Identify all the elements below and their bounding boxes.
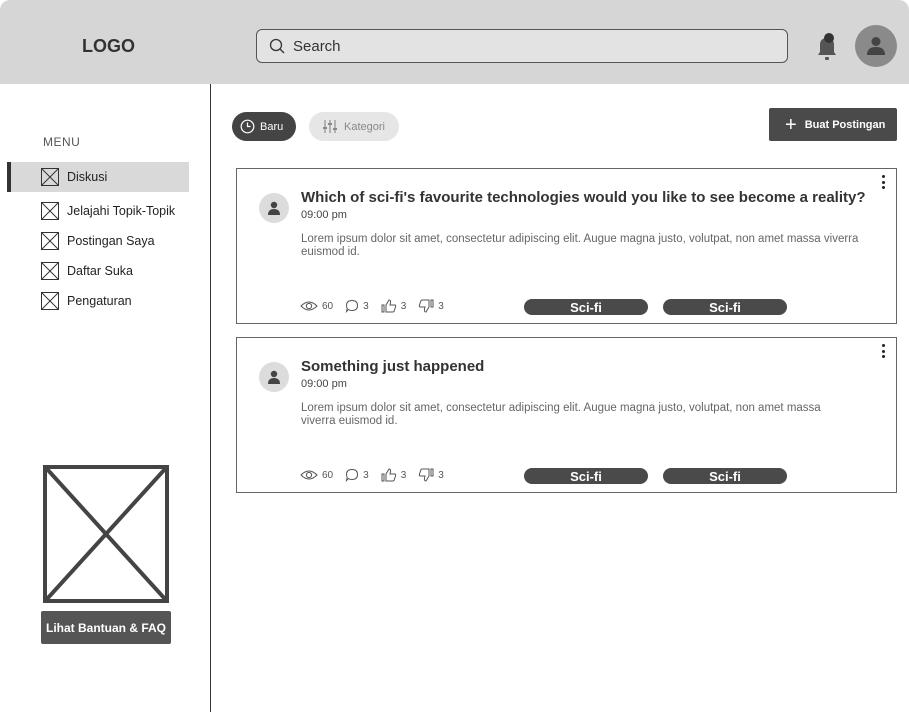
post-tag[interactable]: Sci-fi: [524, 299, 648, 315]
user-avatar-icon: [268, 370, 280, 384]
filter-category-label: Kategori: [344, 120, 385, 133]
post-time: 09:00 pm: [301, 378, 347, 390]
post-time: 09:00 pm: [301, 209, 347, 221]
post-body: Lorem ipsum dolor sit amet, consectetur …: [301, 402, 821, 427]
bell-icon: [818, 33, 836, 60]
post-author-avatar[interactable]: [259, 362, 289, 392]
sidebar-item-label: Diskusi: [67, 170, 108, 184]
comments-button[interactable]: 3: [345, 468, 369, 482]
sidebar-item-label: Daftar Suka: [67, 264, 134, 278]
sidebar-item-label: Jelajahi Topik-Topik: [67, 204, 176, 218]
comments-button[interactable]: 3: [345, 299, 369, 313]
views-stat: 60: [300, 300, 333, 312]
post-body: Lorem ipsum dolor sit amet, consectetur …: [301, 233, 859, 258]
post-card[interactable]: Something just happened 09:00 pm Lorem i…: [236, 337, 897, 493]
placeholder-box-icon: [41, 292, 59, 310]
top-header: LOGO: [0, 0, 909, 84]
comments-count: 3: [363, 469, 369, 481]
help-faq-button[interactable]: Lihat Bantuan & FAQ: [41, 611, 171, 644]
sidebar-item-pengaturan[interactable]: Pengaturan: [7, 286, 189, 316]
notification-button[interactable]: [815, 30, 839, 64]
dislikes-count: 3: [438, 469, 444, 481]
thumbs-up-icon: [381, 468, 396, 482]
like-button[interactable]: 3: [381, 299, 407, 313]
dislike-button[interactable]: 3: [418, 468, 444, 482]
comment-icon: [345, 468, 359, 482]
profile-avatar-button[interactable]: [855, 25, 897, 67]
kebab-menu-icon[interactable]: [880, 175, 886, 189]
sidebar-item-postingan-saya[interactable]: Postingan Saya: [7, 226, 189, 256]
comment-icon: [345, 299, 359, 313]
create-post-button[interactable]: + Buat Postingan: [769, 108, 897, 141]
thumbs-down-icon: [419, 299, 434, 313]
sidebar-image-placeholder: [43, 465, 169, 603]
app-logo[interactable]: LOGO: [82, 36, 135, 57]
post-card[interactable]: Which of sci-fi's favourite technologies…: [236, 168, 897, 324]
views-count: 60: [322, 469, 334, 481]
kebab-menu-icon[interactable]: [880, 344, 886, 358]
sidebar-item-daftar-suka[interactable]: Daftar Suka: [7, 256, 189, 286]
create-post-label: Buat Postingan: [804, 118, 886, 131]
search-bar[interactable]: [256, 29, 788, 63]
sidebar-nav: Diskusi Jelajahi Topik-Topik Postingan S…: [7, 162, 189, 316]
post-title[interactable]: Something just happened: [301, 358, 484, 375]
search-icon: [269, 38, 285, 54]
filter-category-chip[interactable]: Kategori: [309, 112, 399, 141]
placeholder-box-icon: [41, 262, 59, 280]
views-count: 60: [322, 300, 334, 312]
filter-new-label: Baru: [260, 120, 284, 133]
sidebar-divider: [210, 84, 211, 712]
filter-new-chip[interactable]: Baru: [232, 112, 296, 141]
clock-icon: [240, 119, 255, 134]
placeholder-box-icon: [41, 202, 59, 220]
dislikes-count: 3: [438, 300, 444, 312]
comments-count: 3: [363, 300, 369, 312]
search-input[interactable]: [293, 37, 773, 55]
eye-icon: [300, 470, 318, 480]
user-avatar-icon: [867, 37, 885, 55]
sidebar-item-label: Pengaturan: [67, 294, 132, 308]
placeholder-box-icon: [41, 168, 59, 186]
sidebar-item-jelajahi-topik[interactable]: Jelajahi Topik-Topik: [7, 196, 189, 226]
eye-icon: [300, 301, 318, 311]
like-button[interactable]: 3: [381, 468, 407, 482]
sidebar-item-diskusi[interactable]: Diskusi: [7, 162, 189, 192]
thumbs-up-icon: [381, 299, 396, 313]
user-avatar-icon: [268, 201, 280, 215]
placeholder-box-icon: [41, 232, 59, 250]
post-tag[interactable]: Sci-fi: [524, 468, 648, 484]
post-title[interactable]: Which of sci-fi's favourite technologies…: [301, 189, 866, 206]
likes-count: 3: [400, 300, 407, 312]
post-tag[interactable]: Sci-fi: [663, 468, 787, 484]
sidebar-item-label: Postingan Saya: [67, 234, 155, 248]
views-stat: 60: [300, 469, 333, 481]
post-author-avatar[interactable]: [259, 193, 289, 223]
plus-icon: +: [785, 113, 797, 136]
dislike-button[interactable]: 3: [418, 299, 444, 313]
thumbs-down-icon: [419, 468, 434, 482]
sliders-icon: [323, 120, 337, 133]
post-stats: 60 3 3 3: [300, 299, 444, 313]
menu-label: MENU: [43, 135, 81, 149]
post-stats: 60 3 3 3: [300, 468, 444, 482]
post-tag[interactable]: Sci-fi: [663, 299, 787, 315]
likes-count: 3: [400, 469, 407, 481]
